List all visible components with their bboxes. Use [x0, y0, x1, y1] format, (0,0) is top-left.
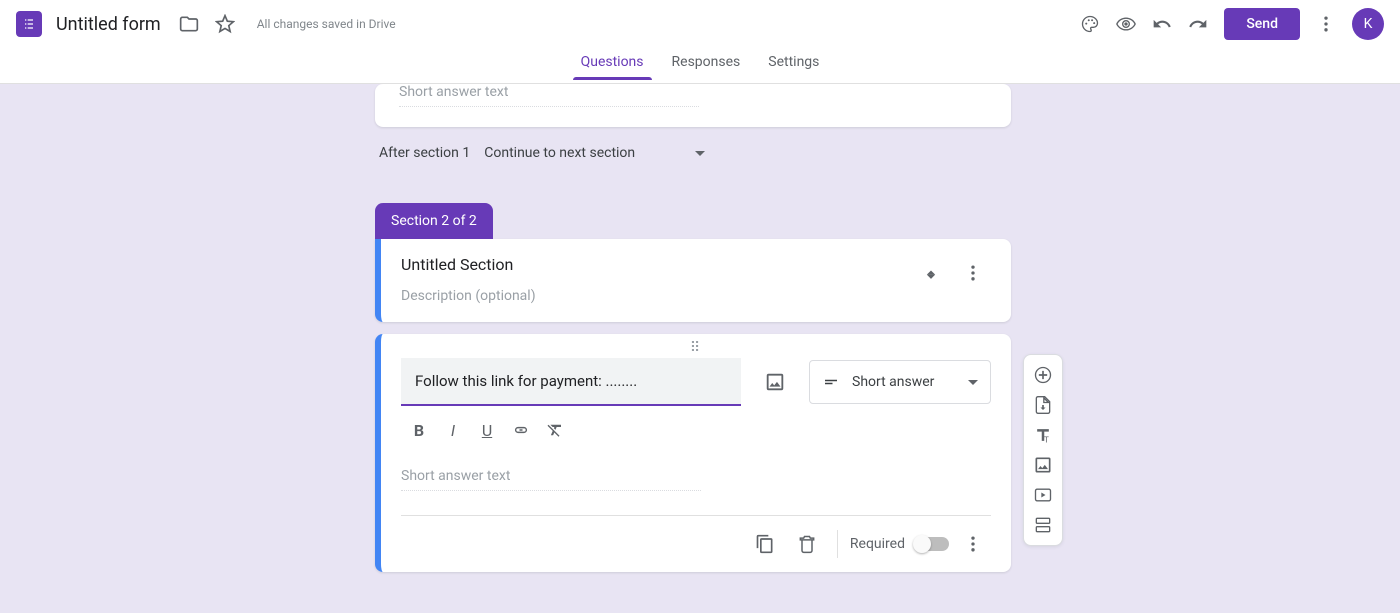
send-button[interactable]: Send: [1224, 8, 1300, 40]
section-more-icon[interactable]: [955, 255, 991, 291]
chevron-down-icon: [695, 151, 705, 156]
redo-icon[interactable]: [1180, 6, 1216, 42]
question-card-active[interactable]: ⠿ Short answer B I U: [375, 334, 1011, 572]
format-toolbar: B I U: [401, 416, 991, 444]
add-video-icon[interactable]: [1027, 481, 1059, 509]
section-badge: Section 2 of 2: [375, 203, 493, 239]
divider: [837, 530, 838, 558]
after-section-select[interactable]: Continue to next section: [484, 145, 705, 161]
section-description[interactable]: Description (optional): [401, 288, 905, 304]
short-answer-placeholder: Short answer text: [399, 84, 699, 107]
svg-text:T: T: [1044, 436, 1049, 446]
section-title[interactable]: Untitled Section: [401, 255, 905, 274]
short-answer-placeholder: Short answer text: [401, 468, 701, 491]
question-footer: Required: [401, 515, 991, 562]
tab-settings[interactable]: Settings: [766, 48, 821, 80]
question-type-select[interactable]: Short answer: [809, 360, 991, 404]
tabs: Questions Responses Settings: [0, 48, 1400, 84]
required-toggle[interactable]: [915, 537, 949, 551]
underline-icon[interactable]: U: [473, 416, 501, 444]
section-header-card[interactable]: Untitled Section Description (optional): [375, 239, 1011, 322]
after-section-label: After section 1: [379, 145, 470, 161]
save-status: All changes saved in Drive: [257, 17, 396, 31]
drag-handle-icon[interactable]: ⠿: [401, 334, 991, 358]
app-header: Untitled form All changes saved in Drive…: [0, 0, 1400, 84]
import-questions-icon[interactable]: [1027, 391, 1059, 419]
preview-icon[interactable]: [1108, 6, 1144, 42]
tab-questions[interactable]: Questions: [579, 48, 646, 80]
form-canvas: Short answer text After section 1 Contin…: [0, 84, 1400, 613]
tab-responses[interactable]: Responses: [670, 48, 743, 80]
bold-icon[interactable]: B: [405, 416, 433, 444]
floating-toolbar: T: [1023, 354, 1063, 546]
forms-logo[interactable]: [16, 11, 42, 37]
required-label: Required: [850, 536, 905, 552]
chevron-down-icon: [968, 380, 978, 385]
add-question-icon[interactable]: [1027, 361, 1059, 389]
move-to-folder-icon[interactable]: [171, 6, 207, 42]
form-title[interactable]: Untitled form: [56, 14, 161, 35]
add-image-icon[interactable]: [755, 362, 795, 402]
after-section-row: After section 1 Continue to next section: [379, 145, 1007, 161]
more-icon[interactable]: [1308, 6, 1344, 42]
account-avatar[interactable]: K: [1352, 8, 1384, 40]
add-image-icon[interactable]: [1027, 451, 1059, 479]
question-card-prev[interactable]: Short answer text: [375, 84, 1011, 127]
undo-icon[interactable]: [1144, 6, 1180, 42]
short-answer-icon: [822, 373, 840, 391]
delete-icon[interactable]: [789, 526, 825, 562]
star-icon[interactable]: [207, 6, 243, 42]
duplicate-icon[interactable]: [747, 526, 783, 562]
add-section-icon[interactable]: [1027, 511, 1059, 539]
question-more-icon[interactable]: [955, 526, 991, 562]
collapse-section-icon[interactable]: [913, 255, 949, 291]
clear-format-icon[interactable]: [541, 416, 569, 444]
italic-icon[interactable]: I: [439, 416, 467, 444]
question-input[interactable]: [401, 358, 741, 406]
customize-theme-icon[interactable]: [1072, 6, 1108, 42]
link-icon[interactable]: [507, 416, 535, 444]
add-title-icon[interactable]: T: [1027, 421, 1059, 449]
